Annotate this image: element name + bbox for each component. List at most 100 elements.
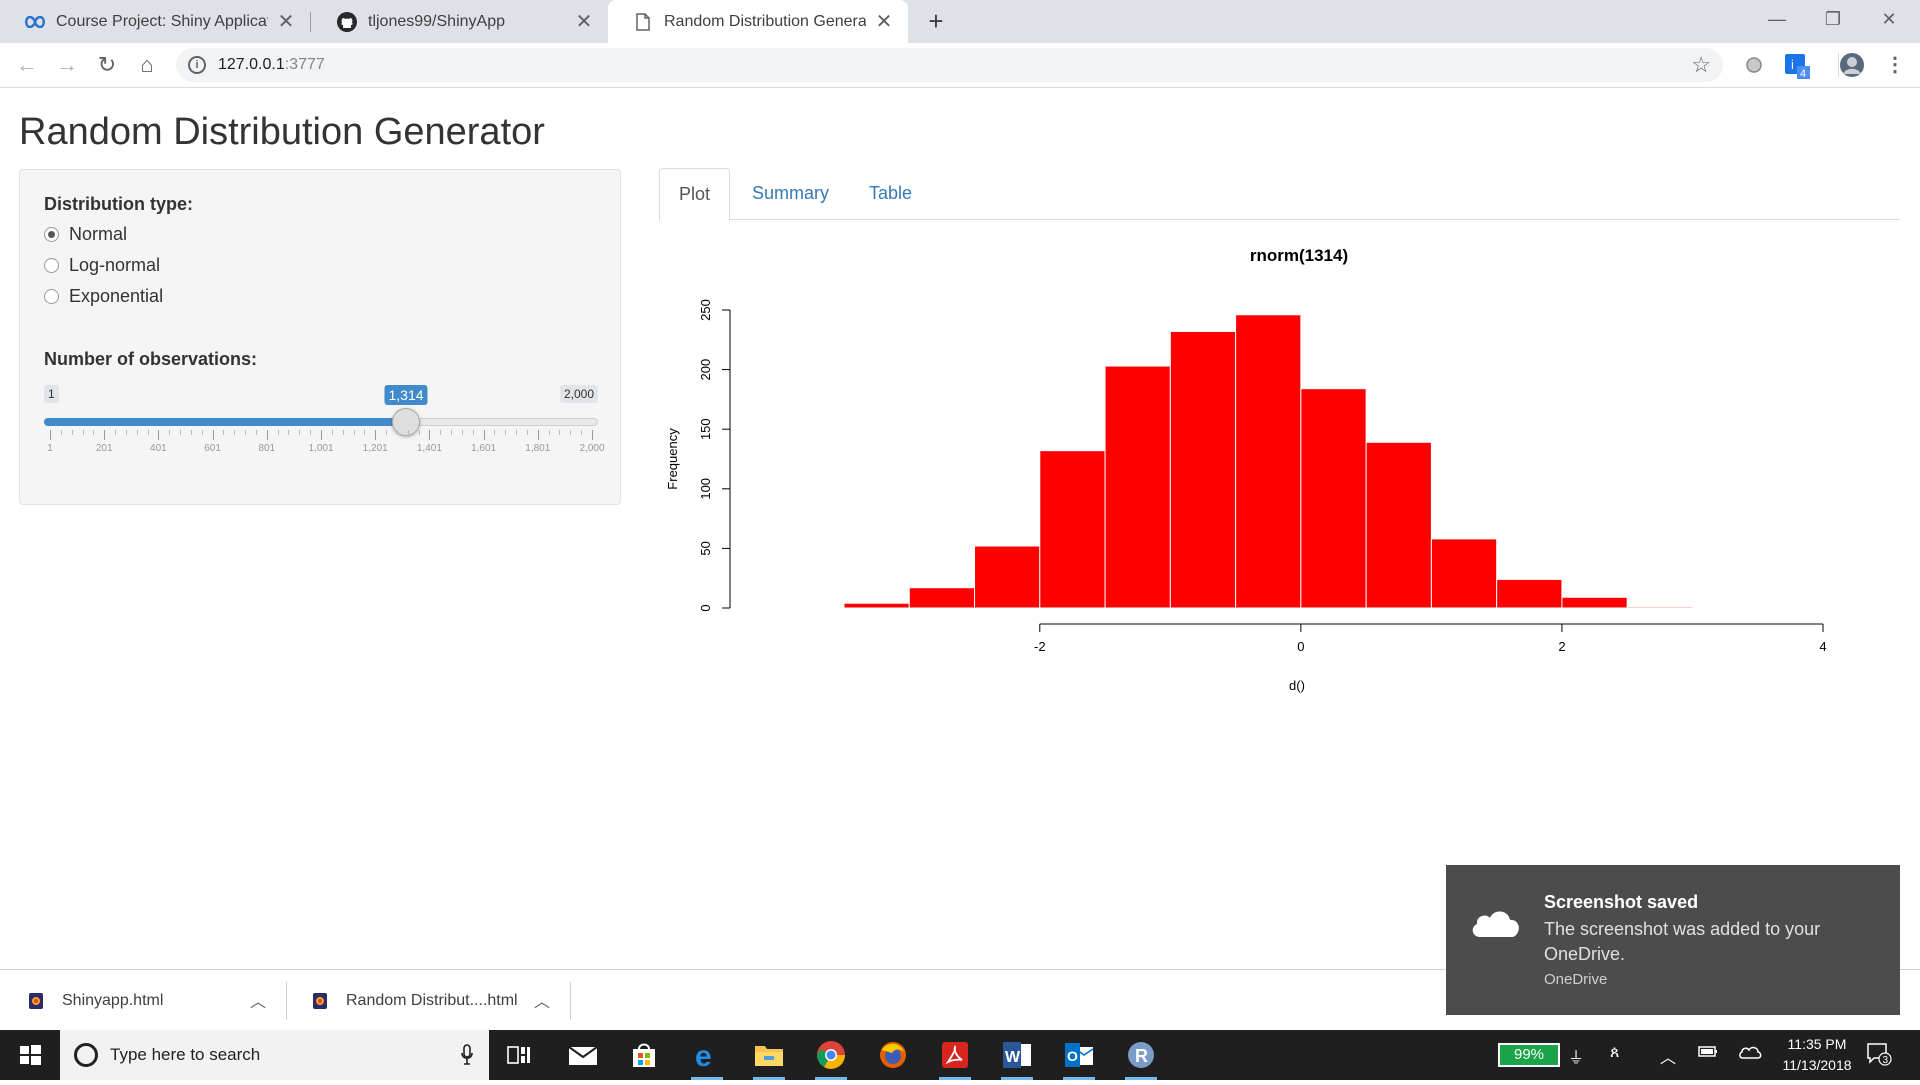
slider-minor-tick (71, 430, 73, 435)
tab-summary[interactable]: Summary (733, 168, 848, 220)
slider-minor-tick (440, 430, 442, 435)
chevron-up-icon[interactable]: ︿ (250, 988, 266, 1012)
microphone-icon[interactable] (461, 1044, 473, 1066)
slider-minor-tick (82, 430, 84, 435)
store-icon[interactable] (628, 1039, 660, 1071)
chrome-icon[interactable] (815, 1039, 847, 1071)
clock-time[interactable]: 11:35 PM (1772, 1036, 1862, 1052)
close-icon[interactable]: ✕ (874, 9, 894, 34)
chevron-up-icon[interactable]: ︿ (534, 988, 550, 1012)
tab-title: Random Distribution Generator (664, 12, 866, 30)
slider-major-tick (50, 430, 51, 440)
extension-circle-icon[interactable] (1740, 51, 1768, 79)
minimize-icon[interactable]: — (1754, 4, 1800, 34)
extension-translate-icon[interactable]: i4 (1782, 51, 1810, 80)
slider-major-tick (592, 430, 593, 440)
slider-minor-tick (93, 430, 95, 435)
browser-tab-course-project[interactable]: Course Project: Shiny Application ✕ (0, 0, 310, 43)
profile-avatar[interactable] (1838, 51, 1866, 79)
x-axis-label: d() (1289, 678, 1305, 693)
windows-start-button[interactable] (0, 1030, 60, 1080)
chevron-up-icon[interactable]: ︿ (1660, 1044, 1676, 1068)
html-file-icon (312, 992, 328, 1010)
coursera-infinity-icon (24, 11, 46, 33)
restore-icon[interactable]: ❐ (1810, 4, 1856, 34)
download-item-shinyapp[interactable]: Shinyapp.html (28, 970, 163, 1031)
url-port: :3777 (284, 56, 325, 73)
download-filename: Random Distribut....html (346, 991, 518, 1009)
histogram-bar (1104, 365, 1171, 609)
taskbar-search-box[interactable]: Type here to search (60, 1030, 489, 1080)
action-center-icon[interactable]: 3 (1866, 1042, 1892, 1066)
url-text: 127.0.0.1:3777 (218, 56, 325, 74)
battery-tray-icon[interactable] (1698, 1044, 1718, 1063)
page-title: Random Distribution Generator (19, 111, 545, 153)
new-tab-button[interactable]: + (922, 7, 950, 35)
edge-icon[interactable]: e (691, 1039, 723, 1071)
outlook-icon[interactable]: O (1063, 1039, 1095, 1071)
word-icon[interactable]: W (1001, 1039, 1033, 1071)
acrobat-icon[interactable] (939, 1039, 971, 1071)
firefox-icon[interactable] (877, 1039, 909, 1071)
slider-max-label: 2,000 (559, 385, 598, 403)
histogram-bar (843, 602, 910, 609)
windows-taskbar: Type here to search e W O R 99% ⏚ ጰ ︿ 11… (0, 1030, 1920, 1080)
forward-icon[interactable]: → (52, 50, 82, 80)
kebab-menu-icon[interactable]: ⋮ (1880, 50, 1910, 80)
svg-text:R: R (1135, 1046, 1148, 1066)
download-item-random-distribution[interactable]: Random Distribut....html (312, 970, 518, 1031)
power-plug-icon[interactable]: ⏚ (1568, 1044, 1584, 1068)
url-host: 127.0.0.1 (218, 56, 285, 73)
onedrive-notification[interactable]: Screenshot saved The screenshot was adde… (1446, 865, 1900, 1015)
slider-minor-tick (581, 430, 583, 435)
address-bar[interactable]: i 127.0.0.1:3777 ☆ (176, 48, 1723, 82)
notification-title: Screenshot saved (1544, 892, 1699, 912)
tab-table[interactable]: Table (850, 168, 931, 220)
slider-major-tick (104, 430, 106, 440)
close-icon[interactable]: ✕ (276, 9, 296, 34)
info-icon[interactable]: i (188, 56, 206, 74)
download-divider (286, 982, 287, 1020)
radio-exponential[interactable]: Exponential (44, 286, 163, 307)
radio-log-normal[interactable]: Log-normal (44, 255, 160, 276)
radio-label: Normal (69, 224, 128, 244)
radio-label: Log-normal (69, 255, 161, 275)
cloud-icon (1472, 911, 1519, 937)
reload-icon[interactable]: ↻ (92, 50, 122, 80)
back-icon[interactable]: ← (12, 50, 42, 80)
radio-unchecked-icon[interactable] (44, 289, 59, 304)
onedrive-tray-icon[interactable] (1738, 1044, 1762, 1065)
mail-icon[interactable] (567, 1039, 599, 1071)
browser-tab-random-distribution[interactable]: Random Distribution Generator ✕ (608, 0, 908, 43)
slider-minor-tick (386, 430, 388, 435)
r-language-icon[interactable]: R (1125, 1039, 1157, 1071)
battery-indicator[interactable]: 99% (1498, 1043, 1560, 1067)
tab-plot[interactable]: Plot (659, 168, 731, 221)
browser-tab-github[interactable]: tljones99/ShinyApp ✕ (312, 0, 608, 43)
close-icon[interactable]: ✕ (574, 9, 594, 34)
radio-normal[interactable]: Normal (44, 224, 127, 245)
file-explorer-icon[interactable] (753, 1039, 785, 1071)
histogram-bar (1430, 538, 1498, 609)
slider-minor-tick (277, 430, 279, 435)
slider-tick-label: 201 (95, 443, 113, 454)
task-view-icon[interactable] (503, 1039, 535, 1071)
histogram-bar (1561, 596, 1628, 609)
slider-minor-tick (255, 430, 257, 435)
close-window-icon[interactable]: ✕ (1866, 4, 1912, 34)
people-icon[interactable]: ጰ (1610, 1044, 1620, 1062)
slider-value-label: 1,314 (384, 385, 428, 405)
download-filename: Shinyapp.html (62, 991, 164, 1009)
observations-slider[interactable]: 1 2,000 1,314 1 201 401 601 801 1,001 1,201 1,4… (44, 385, 605, 465)
radio-checked-icon[interactable] (44, 227, 59, 242)
radio-unchecked-icon[interactable] (44, 258, 59, 273)
slider-minor-tick (288, 430, 290, 435)
slider-minor-tick (190, 430, 192, 435)
slider-minor-tick (125, 430, 127, 435)
slider-minor-tick (331, 430, 333, 435)
slider-tick-label: 801 (258, 443, 276, 454)
bookmark-star-icon[interactable]: ☆ (1691, 52, 1711, 78)
home-icon[interactable]: ⌂ (132, 50, 162, 80)
clock-date[interactable]: 11/13/2018 (1772, 1057, 1862, 1073)
x-tick-label: 2 (1558, 639, 1565, 654)
